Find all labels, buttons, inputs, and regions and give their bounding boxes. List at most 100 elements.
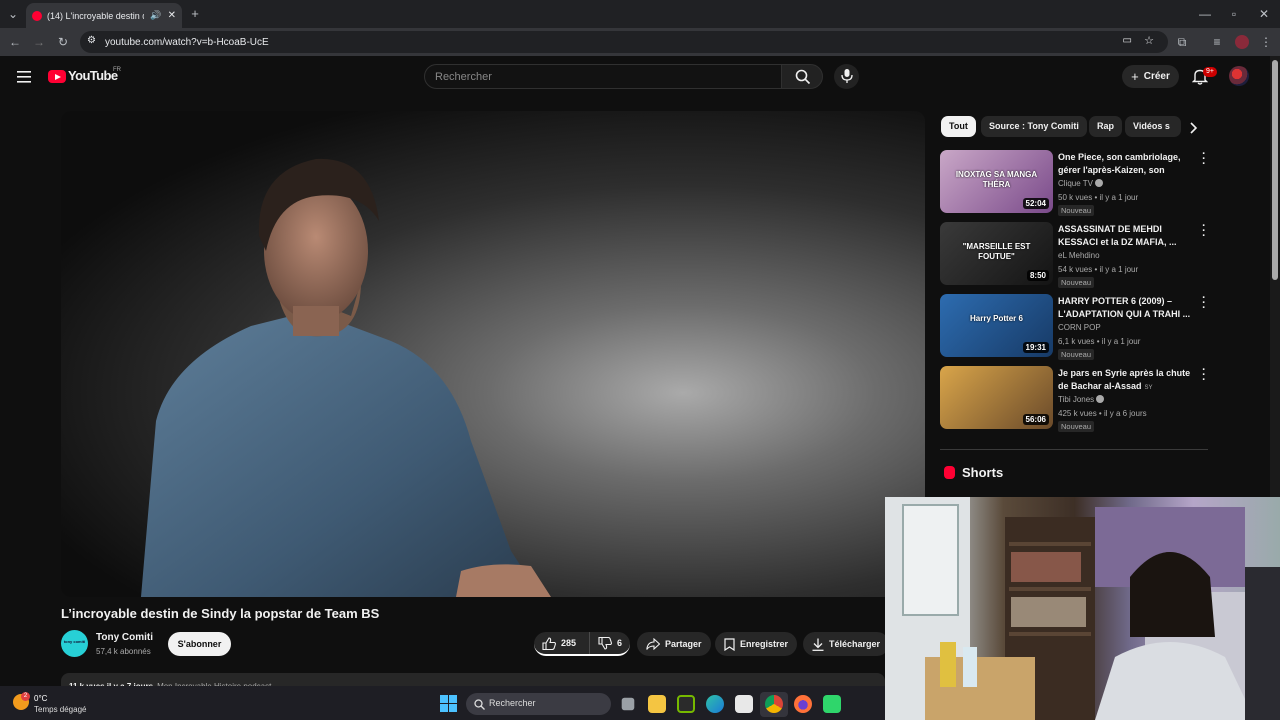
subscribe-button[interactable]: S'abonner bbox=[168, 632, 231, 656]
save-label: Enregistrer bbox=[740, 639, 789, 649]
search-icon bbox=[474, 699, 485, 710]
start-button[interactable] bbox=[440, 695, 457, 712]
recommended-channel[interactable]: Tibi Jones bbox=[1058, 395, 1105, 404]
taskbar-search[interactable]: Rechercher bbox=[466, 693, 611, 715]
back-icon[interactable]: ← bbox=[8, 35, 22, 49]
tab-audio-icon[interactable]: 🔊 bbox=[150, 10, 161, 21]
search-input[interactable]: Rechercher bbox=[424, 64, 782, 89]
address-bar[interactable]: ⚙ youtube.com/watch?v=b-HcoaB-UcE ▭ ☆ bbox=[80, 31, 1168, 53]
download-label: Télécharger bbox=[829, 639, 881, 649]
taskbar-search-label: Rechercher bbox=[489, 698, 536, 708]
dislike-count: 6 bbox=[617, 638, 623, 648]
dislike-button[interactable]: 6 bbox=[589, 632, 630, 654]
download-icon bbox=[812, 638, 824, 651]
recommended-title[interactable]: HARRY POTTER 6 (2009) – L'ADAPTATION QUI… bbox=[1058, 295, 1192, 321]
recommended-video[interactable]: Harry Potter 6 19:31 HARRY POTTER 6 (2009)… bbox=[940, 293, 1212, 360]
chip-source[interactable]: Source : Tony Comiti bbox=[981, 116, 1087, 137]
youtube-favicon-icon bbox=[32, 10, 42, 21]
page-scrollbar-thumb[interactable] bbox=[1272, 60, 1278, 280]
recommended-meta: 6,1 k vues • il y a 1 jour bbox=[1058, 337, 1141, 346]
site-info-icon[interactable]: ⚙ bbox=[87, 35, 96, 46]
verified-icon bbox=[1094, 179, 1103, 187]
extensions-icon[interactable]: ⧉ bbox=[1175, 35, 1189, 49]
share-button[interactable]: Partager bbox=[637, 632, 711, 656]
create-button[interactable]: + Créer bbox=[1122, 65, 1179, 88]
weather-condition[interactable]: Temps dégagé bbox=[34, 705, 86, 714]
like-button[interactable]: 285 bbox=[534, 632, 584, 654]
menu-icon[interactable] bbox=[17, 70, 31, 83]
video-thumbnail[interactable]: "MARSEILLE EST FOUTUE" 8:50 bbox=[940, 222, 1053, 285]
windows-logo-icon bbox=[440, 695, 457, 712]
profile-icon[interactable] bbox=[1235, 35, 1249, 49]
recommended-video[interactable]: INOXTAG SA MANGA THÉRA 52:04 One Piece, so… bbox=[940, 149, 1212, 216]
mic-icon bbox=[841, 69, 853, 83]
tab-title: (14) L'incroyable destin de Sindy la pop… bbox=[47, 10, 144, 21]
video-thumbnail[interactable]: INOXTAG SA MANGA THÉRA 52:04 bbox=[940, 150, 1053, 213]
chrome-icon[interactable] bbox=[765, 695, 783, 713]
recommended-title-text: Je pars en Syrie après la chute de Bacha… bbox=[1058, 368, 1191, 391]
kebab-icon[interactable]: · · · bbox=[1200, 293, 1208, 314]
nvidia-icon[interactable] bbox=[677, 695, 695, 713]
new-badge: Nouveau bbox=[1058, 421, 1095, 432]
temperature[interactable]: 0°C bbox=[34, 694, 47, 703]
chips-scroll-button[interactable] bbox=[1184, 119, 1202, 137]
task-view-icon[interactable] bbox=[621, 697, 635, 711]
video-title: L’incroyable destin de Sindy la popstar … bbox=[61, 606, 380, 621]
file-explorer-icon[interactable] bbox=[648, 695, 666, 713]
chip-videos[interactable]: Vidéos s bbox=[1125, 116, 1181, 137]
recommended-channel[interactable]: CORN POP bbox=[1058, 323, 1101, 332]
kebab-icon[interactable]: · · · bbox=[1200, 221, 1208, 242]
section-divider bbox=[940, 449, 1208, 450]
thumbs-down-icon bbox=[598, 636, 613, 650]
video-duration: 19:31 bbox=[1022, 342, 1049, 353]
channel-name[interactable]: Tony Comiti bbox=[96, 632, 153, 643]
chevron-right-icon bbox=[1190, 122, 1198, 134]
recommended-title[interactable]: One Piece, son cambriolage, gérer l'aprè… bbox=[1058, 151, 1192, 177]
store-icon[interactable] bbox=[735, 695, 753, 713]
forward-icon[interactable]: → bbox=[32, 35, 46, 49]
recommended-video[interactable]: "MARSEILLE EST FOUTUE" 8:50 ASSASSINAT DE … bbox=[940, 221, 1212, 288]
url-text: youtube.com/watch?v=b-HcoaB-UcE bbox=[105, 36, 269, 48]
chip-rap[interactable]: Rap bbox=[1089, 116, 1123, 137]
recommended-meta: 425 k vues • il y a 6 jours bbox=[1058, 409, 1147, 418]
new-badge: Nouveau bbox=[1058, 277, 1095, 288]
cast-icon[interactable]: ▭ bbox=[1123, 35, 1132, 46]
kebab-icon[interactable]: · · · bbox=[1200, 365, 1208, 386]
video-thumbnail[interactable]: 56:06 bbox=[940, 366, 1053, 429]
window-close-icon[interactable]: ✕ bbox=[1257, 7, 1271, 21]
tab-list-icon[interactable]: ⌄ bbox=[6, 7, 20, 21]
firefox-icon[interactable] bbox=[794, 695, 812, 713]
recommended-channel[interactable]: Clique TV bbox=[1058, 179, 1103, 188]
create-label: Créer bbox=[1143, 71, 1170, 82]
recommended-title[interactable]: Je pars en Syrie après la chute de Bacha… bbox=[1058, 367, 1192, 393]
search-button[interactable] bbox=[781, 64, 823, 89]
new-tab-button[interactable]: + bbox=[188, 7, 202, 21]
reading-list-icon[interactable]: ≡ bbox=[1210, 35, 1224, 49]
channel-avatar[interactable]: tony comiti bbox=[61, 630, 88, 657]
whatsapp-icon[interactable] bbox=[823, 695, 841, 713]
youtube-logo-text[interactable]: YouTube bbox=[68, 68, 118, 83]
webcam-scene bbox=[885, 497, 1280, 720]
video-player[interactable] bbox=[61, 111, 925, 597]
recommended-title[interactable]: ASSASSINAT DE MEHDI KESSACI et la DZ MAF… bbox=[1058, 223, 1192, 249]
reload-icon[interactable]: ↻ bbox=[56, 35, 70, 49]
save-button[interactable]: Enregistrer bbox=[715, 632, 798, 656]
account-avatar[interactable] bbox=[1229, 66, 1249, 86]
browser-menu-icon[interactable]: ⋮ bbox=[1259, 35, 1273, 49]
voice-search-button[interactable] bbox=[834, 64, 859, 89]
kebab-icon[interactable]: · · · bbox=[1200, 149, 1208, 170]
restore-icon[interactable]: ▫ bbox=[1227, 7, 1241, 21]
browser-tab[interactable]: (14) L'incroyable destin de Sindy la pop… bbox=[26, 3, 182, 28]
download-button[interactable]: Télécharger bbox=[803, 632, 890, 656]
recommended-video[interactable]: 56:06 Je pars en Syrie après la chute de … bbox=[940, 365, 1212, 432]
chip-tout[interactable]: Tout bbox=[941, 116, 976, 137]
minimize-icon[interactable]: — bbox=[1198, 7, 1212, 21]
recommended-meta: 50 k vues • il y a 1 jour bbox=[1058, 193, 1139, 202]
edge-icon[interactable] bbox=[706, 695, 724, 713]
notification-count-badge: 9+ bbox=[1203, 67, 1217, 77]
tab-close-icon[interactable]: ✕ bbox=[168, 10, 176, 21]
recommended-channel[interactable]: eL Mehdino bbox=[1058, 251, 1100, 260]
youtube-logo-icon[interactable] bbox=[48, 70, 66, 83]
bookmark-star-icon[interactable]: ☆ bbox=[1144, 34, 1154, 47]
video-thumbnail[interactable]: Harry Potter 6 19:31 bbox=[940, 294, 1053, 357]
